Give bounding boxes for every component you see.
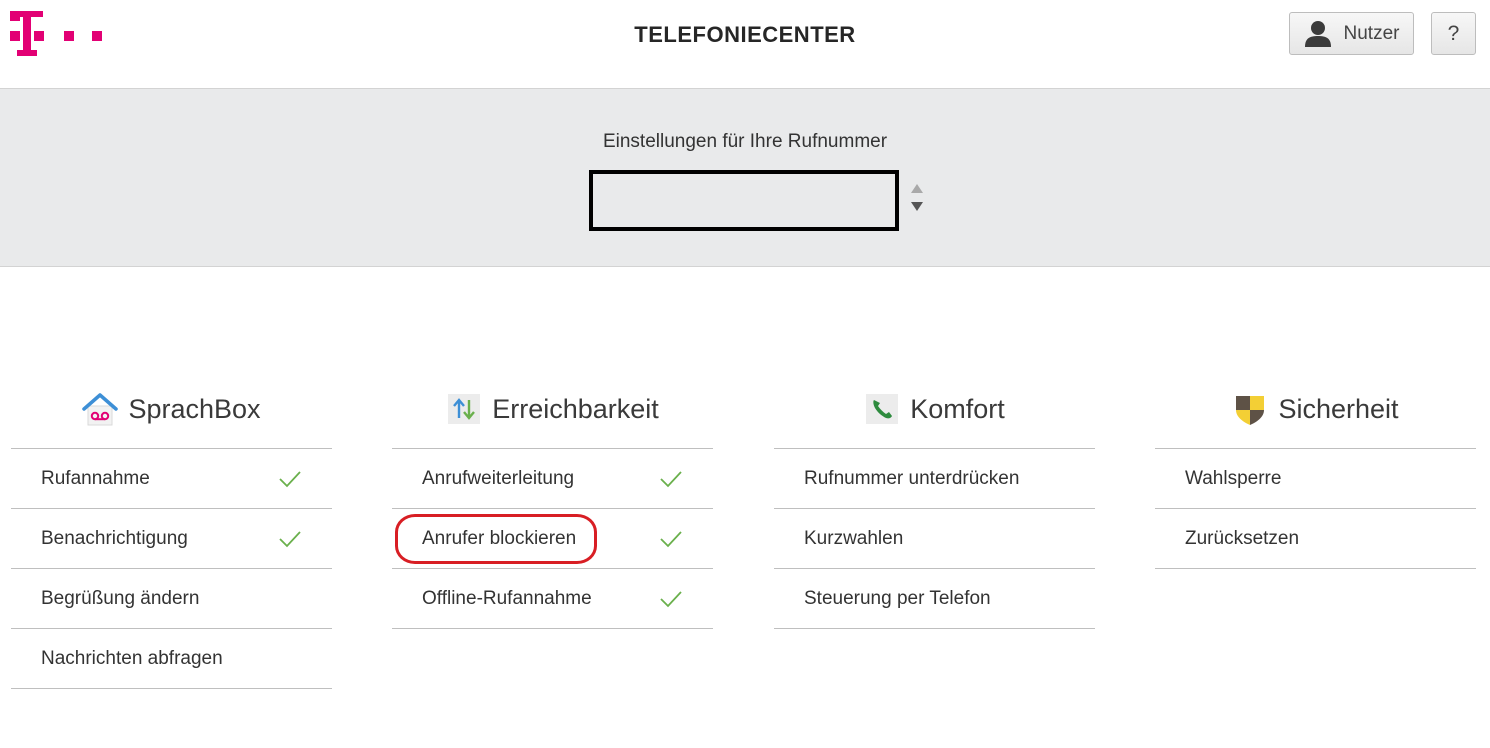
menu-item-label: Offline-Rufannahme xyxy=(422,587,592,609)
menu-item-benachrichtigung[interactable]: Benachrichtigung xyxy=(11,509,332,569)
menu-item-steuerung-per-telefon[interactable]: Steuerung per Telefon xyxy=(774,569,1095,629)
check-icon xyxy=(660,590,682,607)
menu-item-nachrichten-abfragen[interactable]: Nachrichten abfragen xyxy=(11,629,332,689)
menu-item-label: Begrüßung ändern xyxy=(41,587,200,609)
number-settings-banner: Einstellungen für Ihre Rufnummer xyxy=(0,88,1490,267)
menu-item-kurzwahlen[interactable]: Kurzwahlen xyxy=(774,509,1095,569)
category-header: Sicherheit xyxy=(1155,390,1476,449)
highlight-annotation xyxy=(395,514,597,564)
forwarding-arrows-icon xyxy=(448,394,481,424)
menu-item-label: Zurücksetzen xyxy=(1185,527,1300,549)
header: TELEFONIECENTER Nutzer ? xyxy=(0,0,1490,88)
phone-number-select[interactable] xyxy=(589,170,899,231)
number-settings-label: Einstellungen für Ihre Rufnummer xyxy=(602,131,888,152)
category-header: Komfort xyxy=(774,390,1095,449)
voicemail-house-icon xyxy=(82,393,119,426)
menu-item-wahlsperre[interactable]: Wahlsperre xyxy=(1155,449,1476,509)
check-icon xyxy=(279,530,301,547)
menu-item-label: Anrufweiterleitung xyxy=(422,467,575,489)
spinner-down-icon[interactable] xyxy=(911,202,923,211)
category-title: Sicherheit xyxy=(1278,394,1399,424)
category-sprachbox: SprachBox Rufannahme Benachrichtigung Be… xyxy=(11,390,332,689)
menu-item-label: Benachrichtigung xyxy=(41,527,188,549)
category-erreichbarkeit: Erreichbarkeit Anrufweiterleitung Anrufe… xyxy=(392,390,713,629)
menu-item-anrufweiterleitung[interactable]: Anrufweiterleitung xyxy=(392,449,713,509)
menu-item-label: Nachrichten abfragen xyxy=(41,647,223,669)
category-title: Komfort xyxy=(910,394,1005,424)
check-icon xyxy=(660,470,682,487)
check-icon xyxy=(279,470,301,487)
menu-item-zuruecksetzen[interactable]: Zurücksetzen xyxy=(1155,509,1476,569)
user-button[interactable]: Nutzer xyxy=(1289,12,1414,55)
help-button[interactable]: ? xyxy=(1431,12,1476,55)
check-icon xyxy=(660,530,682,547)
menu-item-rufnummer-unterdruecken[interactable]: Rufnummer unterdrücken xyxy=(774,449,1095,509)
user-icon xyxy=(1304,20,1331,47)
menu-item-label: Steuerung per Telefon xyxy=(804,587,991,609)
category-title: SprachBox xyxy=(128,394,261,424)
category-header: SprachBox xyxy=(11,390,332,449)
menu-item-label: Rufnummer unterdrücken xyxy=(804,467,1020,489)
menu-item-label: Kurzwahlen xyxy=(804,527,904,549)
menu-item-offline-rufannahme[interactable]: Offline-Rufannahme xyxy=(392,569,713,629)
category-komfort: Komfort Rufnummer unterdrücken Kurzwahle… xyxy=(774,390,1095,629)
page-title: TELEFONIECENTER xyxy=(634,22,856,47)
menu-item-begruessung-aendern[interactable]: Begrüßung ändern xyxy=(11,569,332,629)
phone-handset-icon xyxy=(866,394,899,424)
menu-item-rufannahme[interactable]: Rufannahme xyxy=(11,449,332,509)
shield-icon xyxy=(1236,396,1265,425)
menu-item-label: Wahlsperre xyxy=(1185,467,1282,489)
number-spinner[interactable] xyxy=(911,184,925,214)
menu-item-label: Rufannahme xyxy=(41,467,150,489)
spinner-up-icon[interactable] xyxy=(911,184,923,193)
category-title: Erreichbarkeit xyxy=(492,394,659,424)
category-sicherheit: Sicherheit Wahlsperre Zurücksetzen xyxy=(1155,390,1476,569)
category-header: Erreichbarkeit xyxy=(392,390,713,449)
user-button-label: Nutzer xyxy=(1343,22,1400,44)
